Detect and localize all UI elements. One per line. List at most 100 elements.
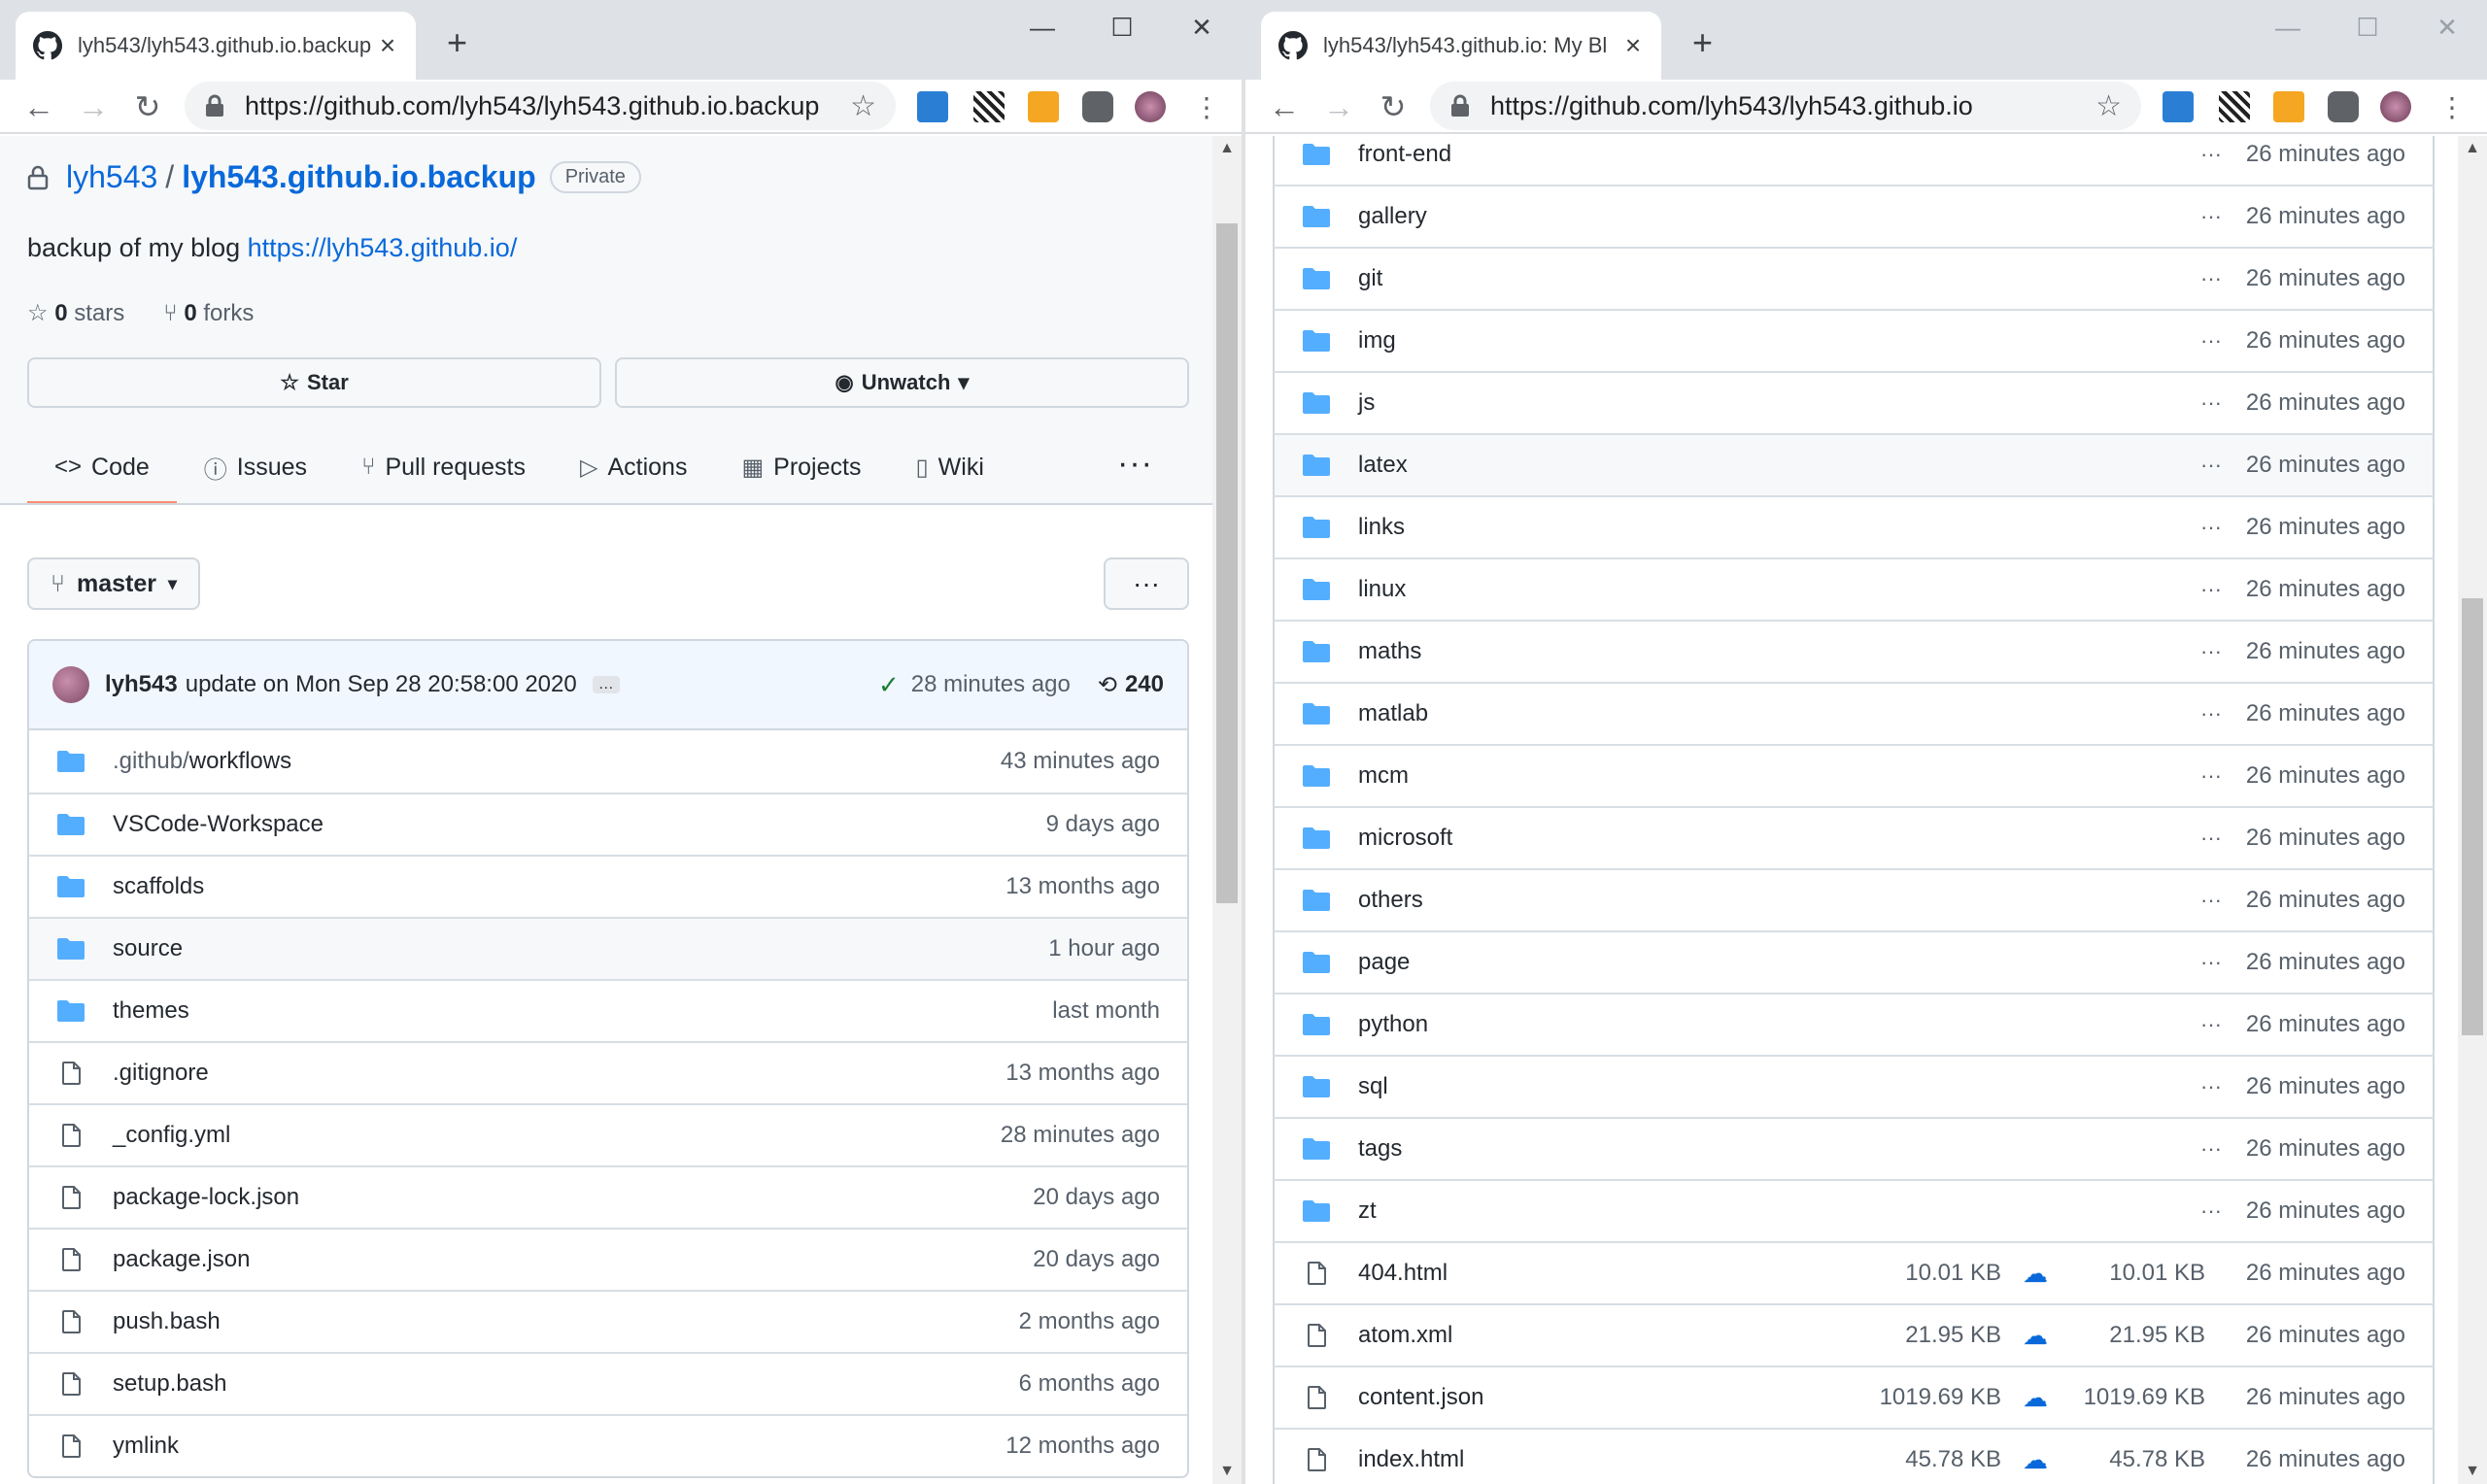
scrollbar[interactable]: ▲ ▼: [2458, 136, 2487, 1484]
file-date[interactable]: 13 months ago: [1005, 873, 1160, 900]
file-date[interactable]: 9 days ago: [1046, 811, 1160, 838]
file-name[interactable]: 404.html: [1358, 1260, 1865, 1287]
table-row[interactable]: scaffolds 13 months ago: [29, 855, 1187, 917]
tab-pull-requests[interactable]: ⑂ Pull requests: [334, 429, 553, 505]
qr-code-icon[interactable]: [973, 91, 1005, 122]
file-date[interactable]: 26 minutes ago: [2240, 638, 2405, 665]
folder-name[interactable]: sql: [1358, 1073, 2182, 1100]
more-tabs-icon[interactable]: ···: [1117, 445, 1153, 483]
file-name[interactable]: setup.bash: [113, 1370, 1019, 1398]
file-date[interactable]: 26 minutes ago: [2240, 327, 2405, 354]
more-icon[interactable]: ···: [2182, 577, 2240, 602]
forward-icon[interactable]: →: [70, 84, 117, 130]
folder-name[interactable]: zt: [1358, 1197, 2182, 1225]
browser-tab[interactable]: lyh543/lyh543.github.io.backup ×: [16, 12, 416, 80]
folder-name[interactable]: mcm: [1358, 762, 2182, 790]
unwatch-button[interactable]: ◉ Unwatch ▾: [615, 357, 1189, 408]
table-row[interactable]: index.html 45.78 KB ☁ 45.78 KB 26 minutes ag…: [1273, 1428, 2435, 1484]
new-tab-button[interactable]: +: [447, 23, 467, 62]
file-date[interactable]: 26 minutes ago: [2240, 762, 2405, 790]
browser-menu-icon[interactable]: ⋮: [2429, 84, 2475, 130]
scroll-up-icon[interactable]: ▲: [1212, 140, 1242, 157]
table-row[interactable]: microsoft ··· 26 minutes ago: [1273, 806, 2435, 868]
file-date[interactable]: 26 minutes ago: [2240, 576, 2405, 603]
more-icon[interactable]: ···: [2182, 142, 2240, 167]
scroll-down-icon[interactable]: ▼: [2458, 1463, 2487, 1480]
more-icon[interactable]: ···: [2182, 639, 2240, 664]
folder-name[interactable]: python: [1358, 1011, 2182, 1038]
bookmark-star-icon[interactable]: ☆: [850, 89, 876, 123]
table-row[interactable]: gallery ··· 26 minutes ago: [1273, 185, 2435, 247]
scroll-up-icon[interactable]: ▲: [2458, 140, 2487, 157]
cloud-download-icon[interactable]: ☁: [2001, 1259, 2069, 1289]
address-bar[interactable]: https://github.com/lyh543/lyh543.github.…: [1430, 82, 2141, 130]
file-name[interactable]: push.bash: [113, 1308, 1019, 1335]
close-tab-icon[interactable]: ×: [1618, 30, 1648, 61]
table-row[interactable]: source 1 hour ago: [29, 917, 1187, 979]
folder-name[interactable]: img: [1358, 327, 2182, 354]
table-row[interactable]: front-end ··· 26 minutes ago: [1273, 136, 2435, 185]
table-row[interactable]: git ··· 26 minutes ago: [1273, 247, 2435, 309]
file-date[interactable]: 26 minutes ago: [2240, 514, 2405, 541]
repo-owner-link[interactable]: lyh543: [66, 159, 157, 195]
file-date[interactable]: 2 months ago: [1019, 1308, 1160, 1335]
reload-icon[interactable]: ↻: [1370, 84, 1416, 130]
table-row[interactable]: linux ··· 26 minutes ago: [1273, 557, 2435, 620]
scrollbar-thumb[interactable]: [1216, 223, 1238, 903]
folder-name[interactable]: linux: [1358, 576, 2182, 603]
table-row[interactable]: links ··· 26 minutes ago: [1273, 495, 2435, 557]
folder-name[interactable]: js: [1358, 389, 2182, 417]
cloud-download-icon[interactable]: ☁: [2001, 1383, 2069, 1413]
folder-name[interactable]: latex: [1358, 452, 2182, 479]
file-date[interactable]: 26 minutes ago: [2240, 389, 2405, 417]
forks-count[interactable]: ⑂ 0 forks: [163, 300, 254, 327]
profile-avatar[interactable]: [1135, 91, 1166, 122]
star-button[interactable]: ☆ Star: [27, 357, 601, 408]
table-row[interactable]: .github/workflows 43 minutes ago: [29, 730, 1187, 793]
tab-wiki[interactable]: ▯ Wiki: [888, 429, 1010, 505]
close-tab-icon[interactable]: ×: [373, 30, 402, 61]
file-name[interactable]: _config.yml: [113, 1122, 1001, 1149]
folder-name[interactable]: microsoft: [1358, 825, 2182, 852]
file-date[interactable]: 26 minutes ago: [2240, 887, 2405, 914]
close-window-icon[interactable]: ✕: [2407, 8, 2487, 47]
more-icon[interactable]: ···: [2182, 701, 2240, 726]
more-icon[interactable]: ···: [2182, 826, 2240, 851]
qr-code-icon[interactable]: [2219, 91, 2250, 122]
tab-code[interactable]: <> Code: [27, 429, 177, 505]
file-name[interactable]: atom.xml: [1358, 1322, 1865, 1349]
file-date[interactable]: 1 hour ago: [1048, 935, 1160, 962]
file-date[interactable]: 26 minutes ago: [2240, 1384, 2405, 1411]
back-icon[interactable]: ←: [1261, 84, 1308, 130]
back-icon[interactable]: ←: [16, 84, 62, 130]
extension-s-icon[interactable]: [917, 91, 948, 122]
file-date[interactable]: 26 minutes ago: [2240, 452, 2405, 479]
scrollbar[interactable]: ▲ ▼: [1212, 136, 1242, 1484]
table-row[interactable]: page ··· 26 minutes ago: [1273, 930, 2435, 993]
table-row[interactable]: package.json 20 days ago: [29, 1228, 1187, 1290]
commit-author[interactable]: lyh543: [105, 671, 178, 698]
file-date[interactable]: 26 minutes ago: [2240, 1322, 2405, 1349]
folder-name[interactable]: matlab: [1358, 700, 2182, 727]
file-date[interactable]: 26 minutes ago: [2240, 1446, 2405, 1473]
file-name[interactable]: .gitignore: [113, 1060, 1005, 1087]
file-date[interactable]: 43 minutes ago: [1001, 748, 1160, 775]
folder-name[interactable]: front-end: [1358, 141, 2182, 168]
table-row[interactable]: push.bash 2 months ago: [29, 1290, 1187, 1352]
more-icon[interactable]: ···: [2182, 515, 2240, 540]
description-link[interactable]: https://lyh543.github.io/: [248, 233, 518, 262]
cloud-download-icon[interactable]: ☁: [2001, 1321, 2069, 1351]
table-row[interactable]: others ··· 26 minutes ago: [1273, 868, 2435, 930]
file-name[interactable]: scaffolds: [113, 873, 1005, 900]
file-name[interactable]: package-lock.json: [113, 1184, 1033, 1211]
file-name[interactable]: index.html: [1358, 1446, 1865, 1473]
file-date[interactable]: 12 months ago: [1005, 1433, 1160, 1460]
commit-time[interactable]: 28 minutes ago: [911, 671, 1071, 698]
folder-name[interactable]: tags: [1358, 1135, 2182, 1163]
cloud-download-icon[interactable]: ☁: [2001, 1445, 2069, 1475]
tab-issues[interactable]: ⓘ Issues: [177, 429, 334, 505]
tab-projects[interactable]: ▦ Projects: [714, 429, 888, 505]
file-name[interactable]: .github/workflows: [113, 748, 1001, 775]
more-options-button[interactable]: ···: [1104, 557, 1189, 610]
more-icon[interactable]: ···: [2182, 888, 2240, 913]
